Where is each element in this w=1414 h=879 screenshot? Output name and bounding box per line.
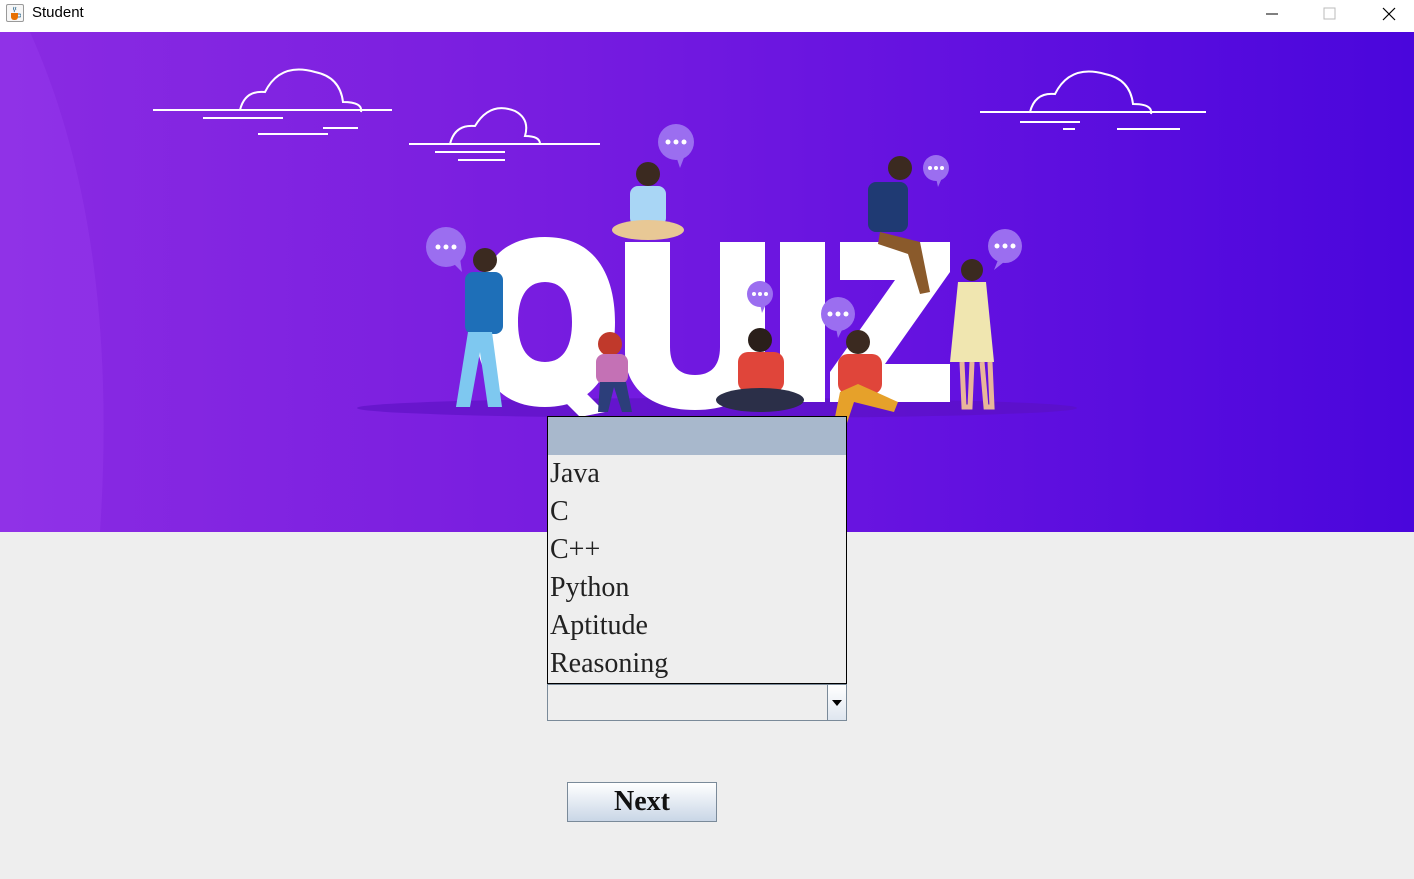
subject-dropdown-list[interactable]: Java C C++ Python Aptitude Reasoning xyxy=(547,416,847,684)
title-bar: Student xyxy=(0,0,1414,32)
dropdown-option-aptitude[interactable]: Aptitude xyxy=(548,607,846,645)
cloud-icon xyxy=(980,70,1206,130)
combobox-arrow-button[interactable] xyxy=(827,685,846,720)
minimize-button[interactable] xyxy=(1249,0,1295,28)
person-illustration xyxy=(612,162,684,240)
close-button[interactable] xyxy=(1366,0,1412,28)
java-coffee-icon xyxy=(6,4,24,22)
dropdown-option[interactable] xyxy=(548,417,846,455)
person-illustration xyxy=(950,259,995,410)
chat-bubble-icon xyxy=(821,297,855,338)
minimize-icon xyxy=(1266,13,1278,15)
chevron-down-icon xyxy=(832,700,842,706)
subject-combobox[interactable] xyxy=(547,684,847,721)
dropdown-option-cpp[interactable]: C++ xyxy=(548,531,846,569)
chat-bubble-icon xyxy=(658,124,694,168)
dropdown-option-python[interactable]: Python xyxy=(548,569,846,607)
next-button[interactable]: Next xyxy=(567,782,717,822)
close-icon xyxy=(1382,7,1396,21)
dropdown-option-c[interactable]: C xyxy=(548,493,846,531)
cloud-icon xyxy=(153,68,392,135)
cloud-icon xyxy=(409,107,600,161)
dropdown-option-reasoning[interactable]: Reasoning xyxy=(548,645,846,683)
dropdown-option-java[interactable]: Java xyxy=(548,455,846,493)
window-title: Student xyxy=(32,4,84,21)
maximize-icon xyxy=(1323,7,1336,20)
maximize-button[interactable] xyxy=(1307,0,1353,28)
chat-bubble-icon xyxy=(923,155,949,187)
chat-bubble-icon xyxy=(988,229,1022,270)
